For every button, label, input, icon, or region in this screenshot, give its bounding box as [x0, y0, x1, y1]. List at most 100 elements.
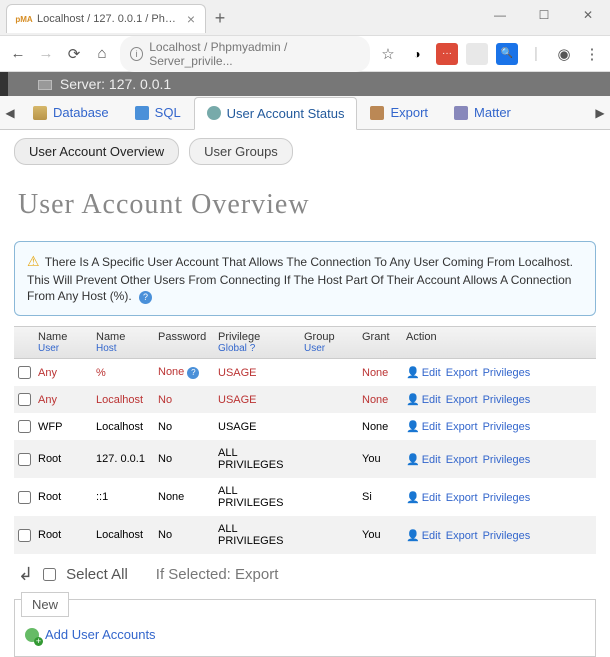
table-header: NameUser NameHost Password PrivilegeGlob… — [14, 326, 596, 359]
edit-link[interactable]: Edit — [422, 421, 441, 433]
arrow-up-icon: ↳ — [18, 564, 33, 585]
cell-password: No — [154, 417, 214, 437]
extension-2-icon[interactable]: ··· — [436, 43, 458, 65]
cell-host: Localhost — [92, 390, 154, 410]
th-grant[interactable]: Grant — [358, 327, 402, 358]
privileges-link[interactable]: Privileges — [483, 454, 531, 466]
export-link[interactable]: Export — [446, 394, 478, 406]
extension-3-icon[interactable] — [466, 43, 488, 65]
bookmark-icon[interactable]: ☆ — [378, 44, 398, 64]
add-user-icon — [25, 628, 39, 642]
add-user-link[interactable]: Add User Accounts — [15, 619, 595, 656]
tabs-scroll-right-icon[interactable]: ▶ — [590, 106, 610, 120]
site-info-icon[interactable]: i — [130, 47, 143, 61]
help-icon[interactable]: ? — [250, 343, 256, 354]
browser-tab[interactable]: pMA Localhost / 127. 0.0.1 / PhpMyAdmi X… — [6, 4, 206, 33]
privileges-link[interactable]: Privileges — [483, 421, 531, 433]
cell-password: No — [154, 525, 214, 545]
cell-grant: None — [358, 417, 402, 437]
row-checkbox[interactable] — [18, 453, 31, 466]
favicon-icon: pMA — [17, 12, 31, 26]
export-link[interactable]: Export — [446, 367, 478, 379]
cell-group — [300, 369, 358, 377]
cell-actions: 👤Edit Export Privileges — [402, 449, 596, 470]
cell-privilege: ALL PRIVILEGES — [214, 519, 300, 551]
privileges-link[interactable]: Privileges — [483, 530, 531, 542]
row-checkbox[interactable] — [18, 491, 31, 504]
menu-icon[interactable]: ⋮ — [582, 44, 602, 64]
page-title: User Account Overview — [0, 173, 610, 235]
tab-export[interactable]: Export — [357, 96, 441, 129]
cell-privilege: USAGE — [214, 417, 300, 437]
privileges-link[interactable]: Privileges — [483, 394, 531, 406]
sql-icon — [135, 106, 149, 120]
top-tabs: ◀ Database SQL User Account Status Expor… — [0, 96, 610, 130]
url-bar[interactable]: i Localhost / Phpmyadmin / Server_privil… — [120, 36, 370, 72]
new-tab-button[interactable]: + — [206, 4, 234, 32]
tab-user-account-status[interactable]: User Account Status — [194, 97, 358, 130]
tab-sql[interactable]: SQL — [122, 96, 194, 129]
extension-4-icon[interactable]: 🔍 — [496, 43, 518, 65]
row-checkbox[interactable] — [18, 393, 31, 406]
new-section: New Add User Accounts — [14, 599, 596, 657]
warning-text: There Is A Specific User Account That Al… — [27, 255, 573, 303]
th-privilege[interactable]: PrivilegeGlobal ? — [214, 327, 300, 358]
subtab-overview[interactable]: User Account Overview — [14, 138, 179, 165]
th-user[interactable]: NameUser — [34, 327, 92, 358]
privileges-link[interactable]: Privileges — [483, 492, 531, 504]
edit-link[interactable]: Edit — [422, 454, 441, 466]
tabs-scroll-left-icon[interactable]: ◀ — [0, 106, 20, 120]
edit-link[interactable]: Edit — [422, 530, 441, 542]
export-link[interactable]: Export — [446, 492, 478, 504]
select-all-checkbox[interactable] — [43, 568, 56, 581]
cell-password: No — [154, 449, 214, 469]
edit-link[interactable]: Edit — [422, 367, 441, 379]
browser-toolbar: ← → ⟳ ⌂ i Localhost / Phpmyadmin / Serve… — [0, 36, 610, 72]
row-checkbox[interactable] — [18, 529, 31, 542]
cell-user: Root — [34, 487, 92, 507]
forward-button[interactable]: → — [36, 44, 56, 64]
reload-button[interactable]: ⟳ — [64, 44, 84, 64]
profile-icon[interactable]: ◉ — [554, 44, 574, 64]
cell-host: Localhost — [92, 525, 154, 545]
cell-host: Localhost — [92, 417, 154, 437]
help-icon[interactable]: ? — [139, 291, 152, 304]
edit-user-icon: 👤 — [406, 454, 420, 466]
extension-divider: | — [526, 44, 546, 64]
th-password[interactable]: Password — [154, 327, 214, 358]
warning-icon: ⚠ — [27, 253, 40, 269]
window-minimize-button[interactable]: — — [478, 0, 522, 30]
back-button[interactable]: ← — [8, 44, 28, 64]
user-icon — [207, 106, 221, 120]
cell-grant: You — [358, 449, 402, 469]
tab-database[interactable]: Database — [20, 96, 122, 129]
export-link[interactable]: Export — [446, 421, 478, 433]
home-button[interactable]: ⌂ — [92, 44, 112, 64]
cell-privilege: ALL PRIVILEGES — [214, 481, 300, 513]
cell-group — [300, 396, 358, 404]
th-group[interactable]: GroupUser — [300, 327, 358, 358]
row-checkbox[interactable] — [18, 366, 31, 379]
help-icon[interactable]: ? — [187, 367, 199, 379]
edit-link[interactable]: Edit — [422, 394, 441, 406]
edit-link[interactable]: Edit — [422, 492, 441, 504]
select-all-row: ↳ Select All If Selected: Export — [0, 558, 610, 591]
cell-grant: None — [358, 363, 402, 383]
extension-1-icon[interactable]: ◑ — [406, 43, 428, 65]
tab-close-icon[interactable]: × — [187, 11, 195, 27]
th-host[interactable]: NameHost — [92, 327, 154, 358]
privileges-link[interactable]: Privileges — [483, 367, 531, 379]
users-table: NameUser NameHost Password PrivilegeGlob… — [14, 326, 596, 554]
subtab-groups[interactable]: User Groups — [189, 138, 293, 165]
row-checkbox[interactable] — [18, 420, 31, 433]
export-link[interactable]: Export — [446, 530, 478, 542]
if-selected-label: If Selected: Export — [156, 566, 279, 583]
cell-group — [300, 455, 358, 463]
window-maximize-button[interactable]: ☐ — [522, 0, 566, 30]
window-close-button[interactable]: ✕ — [566, 0, 610, 30]
tab-matter[interactable]: Matter — [441, 96, 524, 129]
cell-host: 127. 0.0.1 — [92, 449, 154, 469]
table-row: AnyLocalhostNoUSAGENone👤Edit Export Priv… — [14, 386, 596, 413]
edit-user-icon: 👤 — [406, 421, 420, 433]
export-link[interactable]: Export — [446, 454, 478, 466]
